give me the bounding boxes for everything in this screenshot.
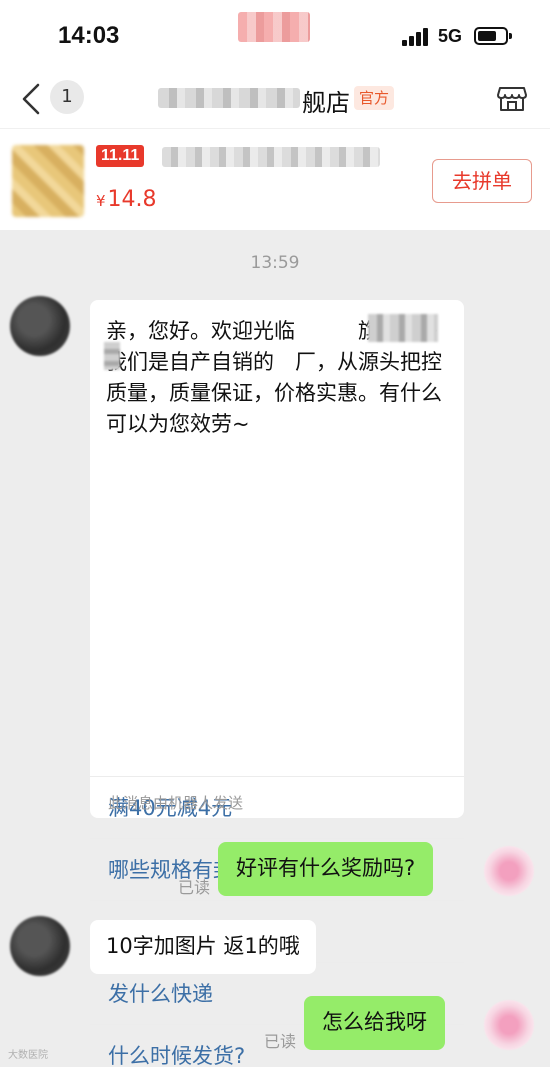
shop-name-suffix: 舰店: [302, 89, 350, 117]
network-type: 5G: [438, 26, 463, 46]
pixelated-shop-name: [158, 88, 300, 108]
official-tag: 官方: [354, 86, 395, 110]
chevron-left-icon: [22, 83, 40, 115]
pixelated-text: [104, 342, 120, 370]
user-avatar[interactable]: [484, 846, 534, 896]
watermark: 大数医院: [8, 1050, 48, 1061]
unread-count-badge[interactable]: 1: [50, 80, 84, 114]
pixelated-notch-area: [238, 12, 310, 42]
auto-reply-card: 亲，您好。欢迎光临 旗舰店~我们是自产自销的 厂，从源头把控质量，质量保证，价格…: [90, 300, 464, 1067]
store-icon: [497, 87, 527, 111]
status-time: 14:03: [58, 22, 120, 49]
pixelated-product-title: [162, 147, 380, 167]
message-bubble-self[interactable]: 怎么给我呀: [304, 996, 445, 1050]
chat-header: 1 舰店 官方: [0, 70, 550, 128]
message-bubble-self[interactable]: 好评有什么奖励吗?: [218, 842, 434, 896]
back-button[interactable]: [18, 82, 44, 116]
robot-sent-note: 此消息由机器人发送: [108, 794, 244, 812]
battery-icon: [474, 27, 512, 45]
user-avatar[interactable]: [484, 1000, 534, 1050]
promo-badge: 11.11: [96, 145, 145, 167]
read-status: 已读: [264, 1032, 297, 1051]
product-card[interactable]: 11.11 ¥14.8 去拼单: [0, 128, 550, 230]
message-bubble-shop[interactable]: 10字加图片 返1的哦: [90, 920, 316, 974]
message-timestamp: 13:59: [250, 253, 300, 273]
price-value: 14.8: [107, 187, 157, 212]
shop-avatar[interactable]: [10, 916, 70, 976]
signal-strength-icon: [402, 28, 432, 46]
product-thumbnail[interactable]: [12, 145, 84, 217]
status-bar: 14:03 5G: [0, 0, 550, 70]
product-price: ¥14.8: [96, 187, 157, 212]
store-button[interactable]: [496, 82, 528, 114]
group-buy-button[interactable]: 去拼单: [432, 159, 532, 203]
shop-avatar[interactable]: [10, 296, 70, 356]
pixelated-text: [368, 314, 438, 342]
read-status: 已读: [178, 878, 211, 897]
currency-symbol: ¥: [96, 192, 106, 210]
